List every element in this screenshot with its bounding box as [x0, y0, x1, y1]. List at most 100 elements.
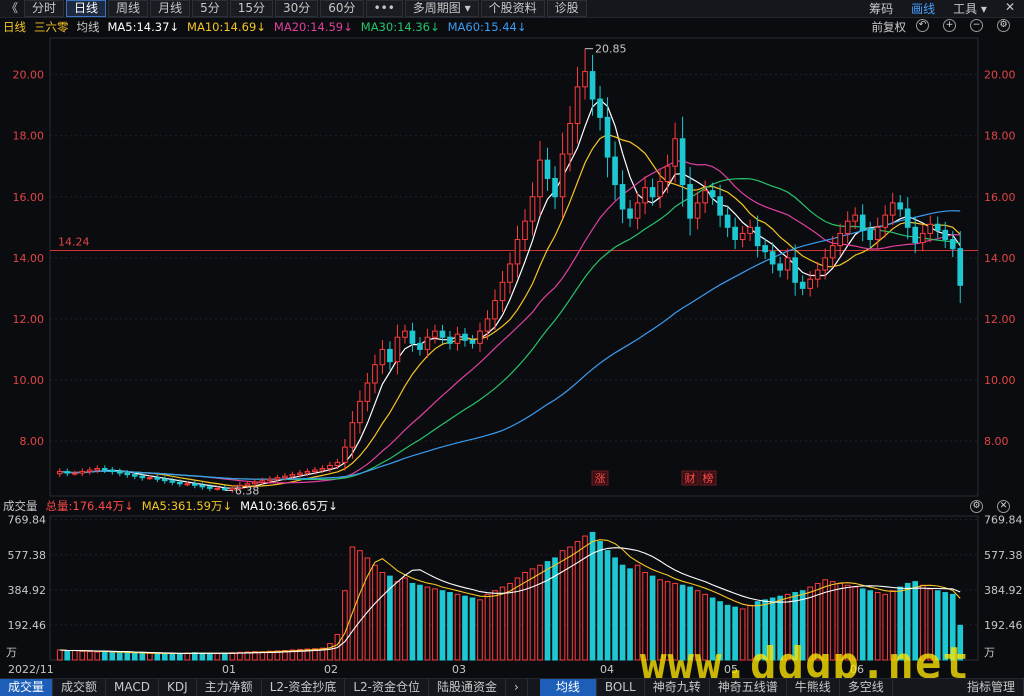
- candle-body: [829, 245, 836, 259]
- tab-volume[interactable]: 成交量: [0, 679, 54, 696]
- price-tick-left: 14.00: [13, 252, 45, 265]
- volume-bar: [214, 653, 221, 661]
- volume-bar: [154, 652, 161, 661]
- candle-body: [71, 472, 78, 475]
- candle-body: [222, 487, 228, 491]
- volume-bar: [559, 550, 566, 661]
- volume-bar: [529, 568, 536, 661]
- volume-bar: [131, 652, 138, 661]
- candle-body: [559, 153, 566, 198]
- candle-body: [904, 208, 911, 228]
- tab-l2-bottom[interactable]: L2-资金抄底: [262, 679, 346, 696]
- candle-body: [469, 339, 476, 344]
- tab-long-short[interactable]: 多空线: [840, 679, 893, 696]
- volume-unit-left: 万: [6, 646, 17, 659]
- candle-body: [259, 480, 266, 483]
- candle-body: [934, 223, 941, 231]
- annotations: 14.24 20.85 6.38 涨 财榜: [58, 43, 717, 498]
- tab-bull-bear[interactable]: 牛熊线: [787, 679, 840, 696]
- tab-boll[interactable]: BOLL: [597, 679, 645, 696]
- candle-body: [544, 159, 551, 179]
- candle-body: [837, 232, 844, 247]
- high-label: 20.85: [595, 43, 627, 56]
- candle-body: [146, 477, 153, 480]
- candle-body: [394, 336, 401, 363]
- volume-bar: [86, 651, 93, 661]
- candle-body: [529, 196, 536, 222]
- candle-body: [161, 478, 168, 482]
- candle-body: [912, 226, 919, 244]
- candle-body: [874, 226, 881, 241]
- candle-body: [514, 239, 521, 265]
- date-label: 2022/11: [8, 663, 54, 676]
- date-label: 04: [600, 663, 614, 676]
- candle-body: [642, 187, 648, 204]
- candle-body: [769, 251, 776, 265]
- candle-body: [454, 333, 461, 344]
- chart-frame: [49, 37, 979, 661]
- low-label: 6.38: [235, 485, 259, 498]
- volume-bar: [537, 564, 543, 661]
- tab-magic-nine[interactable]: 神奇九转: [645, 679, 710, 696]
- candle-body: [139, 475, 146, 479]
- volume-bar: [484, 593, 491, 661]
- tab-main-net[interactable]: 主力净额: [197, 679, 262, 696]
- candle-body: [432, 330, 438, 338]
- candle-body: [634, 202, 641, 219]
- volume-bar: [597, 541, 603, 661]
- candle-body: [334, 461, 341, 466]
- volume-bar: [402, 577, 408, 661]
- price-tick-left: 10.00: [13, 374, 45, 387]
- tab-macd[interactable]: MACD: [106, 679, 160, 696]
- price-tick-right: 16.00: [984, 191, 1016, 204]
- candle-body: [784, 257, 791, 271]
- candle-body: [582, 71, 588, 88]
- candle-body: [447, 336, 453, 344]
- candle-body: [927, 223, 934, 234]
- tab-magic-five[interactable]: 神奇五线谱: [710, 679, 787, 696]
- volume-bar: [589, 531, 596, 661]
- tabs-scroll-icon[interactable]: ›: [506, 679, 528, 696]
- tab-northbound[interactable]: 陆股通资金: [429, 679, 507, 696]
- axis-labels: 20.00 20.00 18.00 18.00 16.00 16.00 14.00 14.00…: [6, 69, 1023, 676]
- ma-lines: [59, 98, 961, 490]
- volume-bar: [169, 653, 176, 661]
- candle-body: [319, 468, 326, 471]
- event-badge-label: 榜: [703, 471, 714, 485]
- event-badge-label: 涨: [595, 472, 606, 485]
- tab-indicator-mgr[interactable]: 指标管理: [959, 679, 1024, 696]
- candle-body: [424, 336, 431, 350]
- candle-body: [567, 122, 573, 155]
- candle-body: [124, 472, 131, 476]
- price-tick-right: 20.00: [984, 69, 1016, 82]
- volume-bar: [552, 557, 558, 661]
- candle-body: [897, 202, 904, 210]
- candle-body: [919, 232, 926, 244]
- candle-body: [732, 226, 738, 241]
- candle-body: [312, 469, 318, 473]
- volume-tick-left: 577.38: [8, 549, 47, 562]
- volume-bar: [439, 590, 446, 661]
- candle-body: [852, 214, 859, 222]
- candle-body: [101, 468, 108, 471]
- tab-ma[interactable]: 均线: [539, 679, 597, 696]
- volume-bar: [544, 561, 551, 661]
- candle-body: [342, 446, 348, 463]
- volume-unit-right: 万: [984, 646, 995, 659]
- volume-bar: [477, 599, 483, 661]
- candle-body: [462, 333, 468, 341]
- candle-body: [717, 196, 723, 216]
- candle-body: [131, 474, 138, 477]
- tab-l2-position[interactable]: L2-资金仓位: [345, 679, 429, 696]
- volume-bar: [109, 651, 116, 661]
- volume-bar: [124, 652, 131, 661]
- candle-body: [402, 330, 408, 338]
- tab-turnover[interactable]: 成交额: [53, 679, 107, 696]
- candle-body: [664, 165, 671, 183]
- tab-kdj[interactable]: KDJ: [159, 679, 197, 696]
- candle-body: [357, 400, 363, 424]
- price-tick-right: 14.00: [984, 252, 1016, 265]
- volume-bar: [514, 577, 521, 661]
- volume-bar: [184, 652, 191, 661]
- candle-body: [364, 382, 371, 402]
